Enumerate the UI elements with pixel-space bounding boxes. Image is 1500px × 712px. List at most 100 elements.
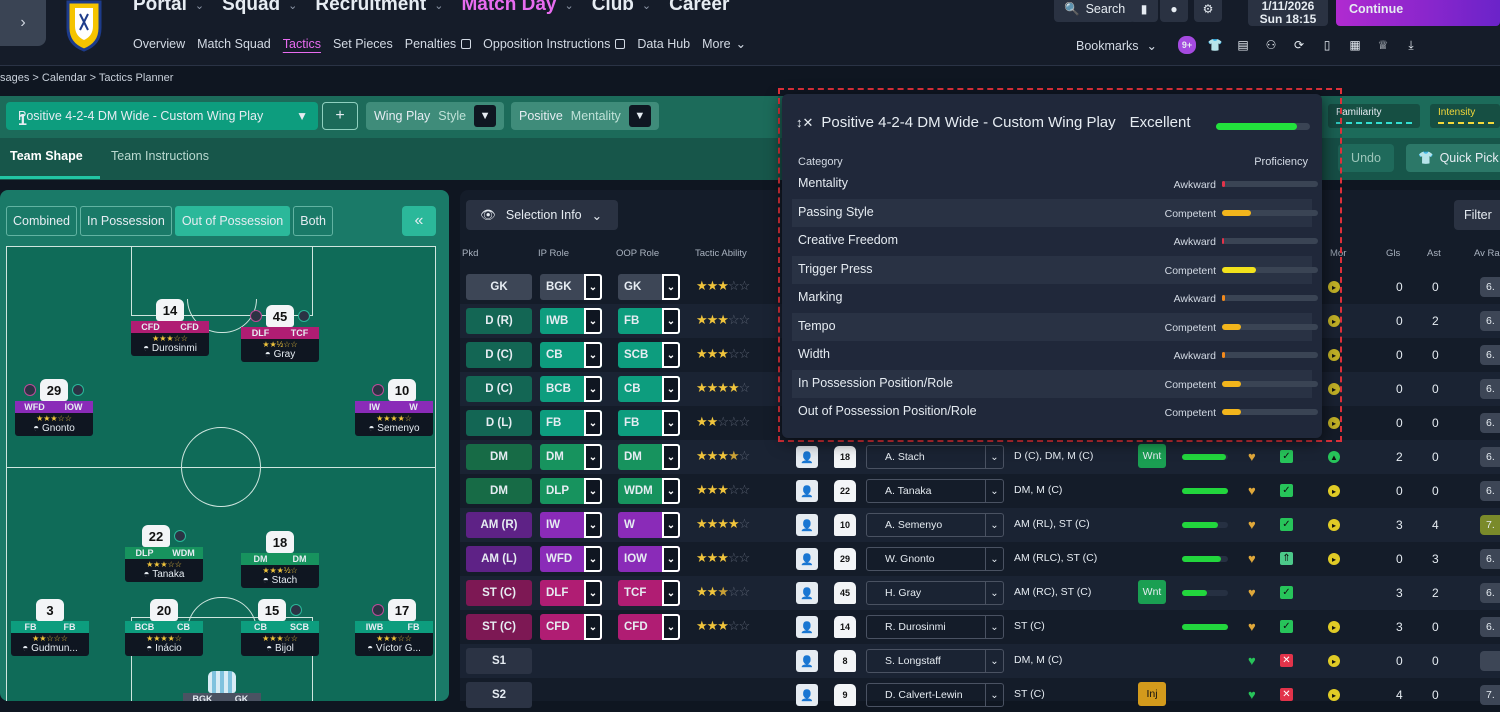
oop-role-selector[interactable]: DM ⌄ <box>618 444 680 470</box>
intensity-meter[interactable]: Intensity <box>1430 104 1500 128</box>
table-row[interactable]: S1 👤 8 S. Longstaff ⌄ DM, M (C) ♥ ✕ ▸ 0 0 <box>460 644 1500 678</box>
table-row[interactable]: AM (L) WFD ⌄ IOW ⌄ ★★★☆☆ 👤 29 W. Gnonto ⌄ AM (RLC)… <box>460 542 1500 576</box>
inbox-icon[interactable]: 9+ <box>1178 36 1196 54</box>
status-badge[interactable]: Wnt <box>1138 580 1166 604</box>
ip-role-selector[interactable]: FB ⌄ <box>540 410 602 436</box>
nav-item-4[interactable]: Club ⌄ <box>592 0 651 16</box>
pitch-player[interactable]: 45 DLF TCF ★★½☆☆ ◓ Gray <box>241 305 319 362</box>
nav-item-3[interactable]: Match Day ⌄ <box>461 0 573 16</box>
col-header-avg-rating[interactable]: Av Ra <box>1474 248 1500 259</box>
collapse-panel-button[interactable]: « <box>402 206 436 236</box>
ip-role-selector[interactable]: DLF ⌄ <box>540 580 602 606</box>
world-button[interactable]: ● <box>1160 0 1188 22</box>
pitch-player[interactable]: 10 IW W ★★★★☆ ◓ Semenyo <box>355 379 433 436</box>
oop-role-selector[interactable]: FB ⌄ <box>618 410 680 436</box>
subnav-item-4[interactable]: Penalties <box>405 36 472 51</box>
player-select[interactable]: H. Gray ⌄ <box>866 581 1004 605</box>
oop-role-selector[interactable]: CB ⌄ <box>618 376 680 402</box>
people-icon[interactable]: ⚇ <box>1262 36 1280 54</box>
col-header-goals[interactable]: Gls <box>1386 248 1400 259</box>
ip-role-selector[interactable]: BGK ⌄ <box>540 274 602 300</box>
player-profile-button[interactable]: 👤 <box>796 480 818 502</box>
filter-button[interactable]: Filter <box>1454 200 1500 230</box>
player-select[interactable]: W. Gnonto ⌄ <box>866 547 1004 571</box>
nav-item-2[interactable]: Recruitment ⌄ <box>315 0 443 16</box>
table-row[interactable]: AM (R) IW ⌄ W ⌄ ★★★★☆ 👤 10 A. Semenyo ⌄ AM (RL), S… <box>460 508 1500 542</box>
ip-role-selector[interactable]: DLP ⌄ <box>540 478 602 504</box>
shirt-icon[interactable]: 👕 <box>1206 36 1224 54</box>
nav-item-1[interactable]: Squad ⌄ <box>222 0 297 16</box>
player-profile-button[interactable]: 👤 <box>796 616 818 638</box>
oop-role-selector[interactable]: FB ⌄ <box>618 308 680 334</box>
player-select[interactable]: A. Semenyo ⌄ <box>866 513 1004 537</box>
ip-role-selector[interactable]: IWB ⌄ <box>540 308 602 334</box>
player-select[interactable]: A. Stach ⌄ <box>866 445 1004 469</box>
calendar-icon[interactable]: ▦ <box>1346 36 1364 54</box>
segment-1[interactable]: In Possession <box>79 206 172 236</box>
date-display[interactable]: 1/11/2026 Sun 18:15 <box>1248 0 1328 26</box>
back-button[interactable]: › <box>0 0 46 46</box>
col-header-tactic-ability[interactable]: Tactic Ability <box>695 248 747 259</box>
add-tactic-button[interactable]: + <box>322 102 358 130</box>
ip-role-selector[interactable]: CFD ⌄ <box>540 614 602 640</box>
pitch-player[interactable]: BGKGK★★★☆☆◓ Lucas Pe... <box>183 671 261 701</box>
pitch-player[interactable]: 17 IWB FB ★★★☆☆ ◓ Víctor G... <box>355 599 433 656</box>
refresh-icon[interactable]: ⟳ <box>1290 36 1308 54</box>
col-header-ip-role[interactable]: IP Role <box>538 248 569 259</box>
pitch-player[interactable]: 20 BCB CB ★★★★☆ ◓ Inácio <box>125 599 203 656</box>
table-row[interactable]: ST (C) CFD ⌄ CFD ⌄ ★★★☆☆ 👤 14 R. Durosinmi ⌄ ST (C… <box>460 610 1500 644</box>
continue-button[interactable]: Continue <box>1336 0 1500 26</box>
breadcrumb[interactable]: sages > Calendar > Tactics Planner <box>0 72 173 84</box>
undo-button[interactable]: Undo <box>1338 144 1394 172</box>
oop-role-selector[interactable]: WDM ⌄ <box>618 478 680 504</box>
oop-role-selector[interactable]: CFD ⌄ <box>618 614 680 640</box>
pitch-player[interactable]: 3 FB FB ★★☆☆☆ ◓ Gudmun... <box>11 599 89 656</box>
oop-role-selector[interactable]: W ⌄ <box>618 512 680 538</box>
settings-button[interactable]: ⚙ <box>1194 0 1222 22</box>
ip-role-selector[interactable]: CB ⌄ <box>540 342 602 368</box>
player-profile-button[interactable]: 👤 <box>796 514 818 536</box>
pitch-player[interactable]: 29 WFD IOW ★★★☆☆ ◓ Gnonto <box>15 379 93 436</box>
player-profile-button[interactable]: 👤 <box>796 684 818 706</box>
player-profile-button[interactable]: 👤 <box>796 446 818 468</box>
mentality-selector[interactable]: Positive Mentality ▼ <box>511 102 659 130</box>
status-badge[interactable]: Wnt <box>1138 444 1166 468</box>
player-profile-button[interactable]: 👤 <box>796 548 818 570</box>
table-row[interactable]: DM DM ⌄ DM ⌄ ★★★★☆ 👤 18 A. Stach ⌄ D (C), DM, M (C… <box>460 440 1500 474</box>
ip-role-selector[interactable]: BCB ⌄ <box>540 376 602 402</box>
style-selector[interactable]: Wing Play Style ▼ <box>366 102 505 130</box>
bookmarks-menu[interactable]: Bookmarks ⌄ <box>1076 38 1157 54</box>
subnav-item-5[interactable]: Opposition Instructions <box>483 36 626 51</box>
subnav-item-0[interactable]: Overview <box>133 36 185 51</box>
selection-info-dropdown[interactable]: 👁 Selection Info ⌄ <box>466 200 618 230</box>
player-select[interactable]: A. Tanaka ⌄ <box>866 479 1004 503</box>
pitch-player[interactable]: 22 DLP WDM ★★★☆☆ ◓ Tanaka <box>125 525 203 582</box>
bookmark-button[interactable]: ▮ <box>1130 0 1158 22</box>
subnav-item-2[interactable]: Tactics <box>283 36 321 51</box>
status-badge[interactable]: Inj <box>1138 682 1166 706</box>
ip-role-selector[interactable]: DM ⌄ <box>540 444 602 470</box>
nav-item-5[interactable]: Career <box>669 0 729 16</box>
segment-0[interactable]: Combined <box>6 206 77 236</box>
report-icon[interactable]: ▤ <box>1234 36 1252 54</box>
player-select[interactable]: R. Durosinmi ⌄ <box>866 615 1004 639</box>
pitch-player[interactable]: 14 CFD CFD ★★★☆☆ ◓ Durosinmi <box>131 299 209 356</box>
tab-team-instructions[interactable]: Team Instructions <box>111 149 209 163</box>
player-select[interactable]: S. Longstaff ⌄ <box>866 649 1004 673</box>
subnav-item-3[interactable]: Set Pieces <box>333 36 393 51</box>
player-profile-button[interactable]: 👤 <box>796 582 818 604</box>
nav-item-0[interactable]: Portal ⌄ <box>133 0 204 16</box>
pitch-player[interactable]: 15 CB SCB ★★★☆☆ ◓ Bijol <box>241 599 319 656</box>
tactic-selector[interactable]: 1 Positive 4-2-4 DM Wide - Custom Wing P… <box>6 102 318 130</box>
oop-role-selector[interactable]: GK ⌄ <box>618 274 680 300</box>
download-icon[interactable]: ⤓ <box>1402 36 1420 54</box>
subnav-item-7[interactable]: More ⌄ <box>702 36 746 52</box>
oop-role-selector[interactable]: IOW ⌄ <box>618 546 680 572</box>
subnav-item-1[interactable]: Match Squad <box>197 36 271 51</box>
pitch-player[interactable]: 18 DM DM ★★★½☆ ◓ Stach <box>241 531 319 588</box>
table-row[interactable]: DM DLP ⌄ WDM ⌄ ★★★☆☆ 👤 22 A. Tanaka ⌄ DM, M (C) ♥ ✓ ▸… <box>460 474 1500 508</box>
table-row[interactable]: S2 👤 9 D. Calvert-Lewin ⌄ ST (C) Inj ♥ ✕ ▸ 4 0 7. <box>460 678 1500 712</box>
quick-pick-button[interactable]: 👕 Quick Pick <box>1406 144 1500 172</box>
ip-role-selector[interactable]: WFD ⌄ <box>540 546 602 572</box>
oop-role-selector[interactable]: TCF ⌄ <box>618 580 680 606</box>
